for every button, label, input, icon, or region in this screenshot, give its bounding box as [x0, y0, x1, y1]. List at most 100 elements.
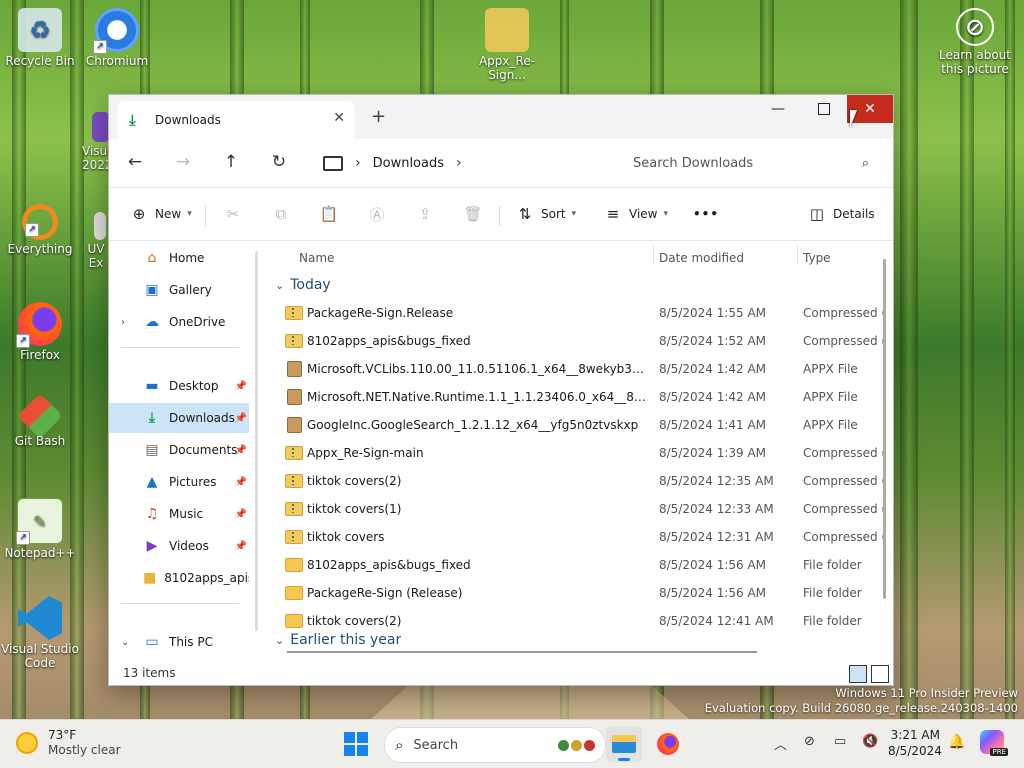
desktop-icon-visual-studio-2022[interactable]: Visual 2022	[66, 112, 118, 172]
appx-package-icon	[287, 417, 302, 433]
paste-button[interactable]: 📋	[319, 202, 345, 226]
address-bar[interactable]: › Downloads ›	[309, 147, 609, 179]
group-earlier-this-year[interactable]: ⌄ Earlier this year	[275, 633, 401, 647]
desktop-icon: ▬	[145, 378, 159, 394]
network-disconnected-icon[interactable]: ⊘	[804, 734, 815, 749]
copilot-icon[interactable]: PRE	[980, 730, 1008, 756]
table-row[interactable]: PackageRe-Sign.Release 8/5/2024 1:55 AM …	[285, 299, 883, 327]
gallery-icon: ▣	[145, 282, 159, 298]
close-tab-icon[interactable]: ✕	[333, 110, 345, 126]
column-header-date-modified[interactable]: Date modified	[659, 245, 744, 271]
music-icon: ♫	[145, 506, 159, 522]
table-row[interactable]: 8102apps_apis&bugs_fixed 8/5/2024 1:56 A…	[285, 551, 881, 579]
chevron-right-icon[interactable]: ›	[121, 317, 125, 328]
column-header-name[interactable]: Name	[299, 245, 334, 271]
clock[interactable]: 3:21 AM 8/5/2024	[888, 727, 942, 759]
new-button[interactable]: ⊕ New ▾	[129, 202, 192, 226]
notification-bell-icon[interactable]: 🔔	[948, 734, 965, 750]
breadcrumb-downloads[interactable]: Downloads	[373, 156, 444, 171]
scissors-icon: ✂	[226, 205, 240, 223]
git-bash-icon	[17, 393, 63, 439]
nav-item-pictures[interactable]: ▲ Pictures 📌	[109, 467, 249, 497]
taskbar-firefox[interactable]	[650, 726, 686, 762]
search-input[interactable]: Search Downloads ⌕	[619, 147, 881, 179]
desktop-icon-everything[interactable]: ↗ Everything	[0, 204, 80, 256]
table-row[interactable]: PackageRe-Sign (Release) 8/5/2024 1:56 A…	[285, 579, 881, 607]
chevron-down-icon[interactable]: ⌄	[121, 637, 129, 648]
up-arrow-icon[interactable]: ↑	[219, 152, 243, 174]
trash-icon: 🗑	[463, 205, 483, 223]
large-icons-view-icon[interactable]	[871, 665, 889, 683]
nav-item-music[interactable]: ♫ Music 📌	[109, 499, 249, 529]
desktop-icon-git-bash[interactable]: Git Bash	[0, 393, 80, 448]
nav-item-videos[interactable]: ▶ Videos 📌	[109, 531, 249, 561]
taskbar-search[interactable]: ⌕ Search	[384, 727, 606, 763]
copy-button[interactable]: ⧉	[271, 202, 297, 226]
sort-arrows-icon: ⇅	[518, 205, 532, 223]
status-bar: 13 items	[109, 661, 893, 685]
nav-item-this-pc[interactable]: ⌄ ▭ This PC	[109, 627, 249, 657]
tab-downloads[interactable]: ⤓ Downloads ✕	[117, 101, 355, 139]
nav-scrollbar[interactable]	[255, 251, 258, 631]
desktop-icon-notepad-plus-plus[interactable]: ✎ ↗ Notepad++	[0, 498, 80, 560]
start-button[interactable]	[344, 732, 368, 756]
table-row[interactable]: GoogleInc.GoogleSearch_1.2.1.12_x64__yfg…	[285, 411, 881, 439]
table-row[interactable]: tiktok covers(1) 8/5/2024 12:33 AM Compr…	[285, 495, 883, 523]
desktop-icon-appx-resign[interactable]: Appx_Re-Sign...	[467, 8, 547, 82]
nav-item-onedrive[interactable]: › ☁ OneDrive	[109, 307, 249, 337]
table-row[interactable]: 8102apps_apis&bugs_fixed 8/5/2024 1:52 A…	[285, 327, 883, 355]
volume-muted-icon[interactable]: 🔇	[862, 734, 878, 749]
sort-button[interactable]: ⇅ Sort ▾	[515, 202, 576, 226]
weather-widget[interactable]: 73°F Mostly clear	[16, 728, 121, 757]
firefox-icon	[657, 733, 679, 755]
taskbar-file-explorer[interactable]	[606, 726, 642, 762]
delete-button[interactable]: 🗑	[463, 202, 489, 226]
chevron-down-icon: ▾	[187, 209, 192, 219]
zip-folder-icon	[285, 502, 303, 516]
pictures-icon: ▲	[146, 474, 158, 490]
nav-item-folder-8102apps[interactable]: ■ 8102apps_apis&	[109, 563, 249, 593]
details-pane-button[interactable]: ◫ Details	[807, 202, 875, 226]
table-row[interactable]: tiktok covers 8/5/2024 12:31 AM Compress…	[285, 523, 883, 551]
nav-item-downloads[interactable]: ⤓ Downloads 📌	[109, 403, 249, 433]
new-tab-icon[interactable]: +	[371, 106, 386, 127]
desktop-icon-chromium[interactable]: ↗ Chromium	[77, 8, 157, 68]
table-row[interactable]: tiktok covers(2) 8/5/2024 12:41 AM File …	[285, 607, 881, 635]
nav-item-gallery[interactable]: ▣ Gallery	[109, 275, 249, 305]
breadcrumb-chevron-icon[interactable]: ›	[355, 155, 361, 171]
rename-button[interactable]: Ⓐ	[367, 202, 393, 226]
cut-button[interactable]: ✂	[223, 202, 249, 226]
back-arrow-icon[interactable]: ←	[123, 152, 147, 174]
group-today[interactable]: ⌄ Today	[275, 277, 331, 293]
desktop-icon-vscode[interactable]: ↗ Visual Studio Code	[0, 596, 80, 670]
nav-item-desktop[interactable]: ▬ Desktop 📌	[109, 371, 249, 401]
display-icon[interactable]: ▭	[834, 734, 846, 749]
breadcrumb-chevron-icon[interactable]: ›	[456, 155, 462, 171]
show-hidden-icons-chevron-icon[interactable]: ︿	[774, 734, 787, 753]
desktop-icon-recycle-bin[interactable]: ♻ Recycle Bin	[0, 8, 80, 68]
horizontal-scrollbar[interactable]	[287, 651, 757, 653]
share-button[interactable]: ⇪	[415, 202, 441, 226]
view-button[interactable]: ≡ View ▾	[603, 202, 668, 226]
forward-arrow-icon[interactable]: →	[171, 152, 195, 174]
nav-item-documents[interactable]: ▤ Documents 📌	[109, 435, 249, 465]
pin-icon: 📌	[234, 444, 247, 456]
desktop-icon-uwp-ex[interactable]: UV Ex	[84, 212, 108, 270]
maximize-button[interactable]	[801, 95, 847, 123]
minimize-button[interactable]: —	[755, 95, 801, 123]
nav-item-home[interactable]: ⌂ Home	[109, 243, 249, 273]
table-row[interactable]: Microsoft.VCLibs.110.00_11.0.51106.1_x64…	[285, 355, 881, 383]
table-row[interactable]: Microsoft.NET.Native.Runtime.1.1_1.1.234…	[285, 383, 881, 411]
desktop-icon-learn-about-picture[interactable]: ⊘ Learn about this picture	[935, 8, 1015, 76]
more-options-button[interactable]: •••	[693, 202, 719, 226]
download-icon: ⤓	[129, 111, 136, 129]
taskbar: 73°F Mostly clear ⌕ Search ︿ ⊘ ▭ 🔇 3:21 …	[0, 719, 1024, 768]
table-row[interactable]: tiktok covers(2) 8/5/2024 12:35 AM Compr…	[285, 467, 883, 495]
table-row[interactable]: Appx_Re-Sign-main 8/5/2024 1:39 AM Compr…	[285, 439, 883, 467]
column-header-type[interactable]: Type	[803, 245, 831, 271]
desktop-icon-firefox[interactable]: ↗ Firefox	[0, 302, 80, 362]
vertical-scrollbar[interactable]	[883, 259, 886, 599]
details-view-icon[interactable]	[849, 665, 867, 683]
refresh-icon[interactable]: ↻	[267, 152, 291, 174]
file-list: Name Date modified Type ⌄ Today PackageR…	[267, 241, 886, 653]
